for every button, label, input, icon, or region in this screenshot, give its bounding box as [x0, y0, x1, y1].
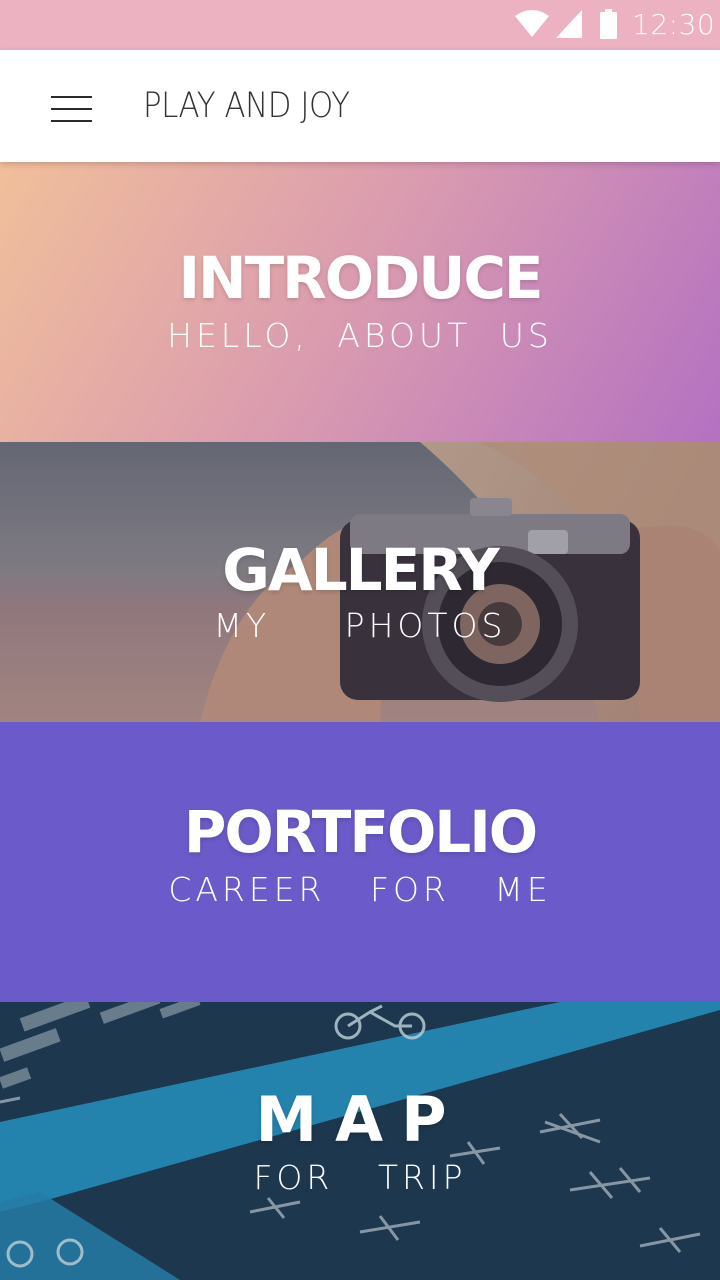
gallery-background-image	[0, 442, 720, 722]
section-introduce[interactable]	[0, 162, 720, 442]
section-portfolio[interactable]	[0, 722, 720, 1002]
signal-icon	[556, 10, 582, 38]
map-background-image	[0, 1002, 720, 1280]
app-title: PLAY AND JOY	[143, 86, 350, 126]
section-map[interactable]	[0, 1002, 720, 1280]
status-time: 12:30	[632, 8, 716, 41]
app-bar: PLAY AND JOY	[0, 50, 720, 162]
section-gallery[interactable]	[0, 442, 720, 722]
battery-icon	[600, 9, 617, 39]
wifi-icon	[515, 10, 549, 37]
status-bar: 12:30	[0, 0, 720, 50]
hamburger-menu-icon[interactable]	[44, 84, 98, 128]
